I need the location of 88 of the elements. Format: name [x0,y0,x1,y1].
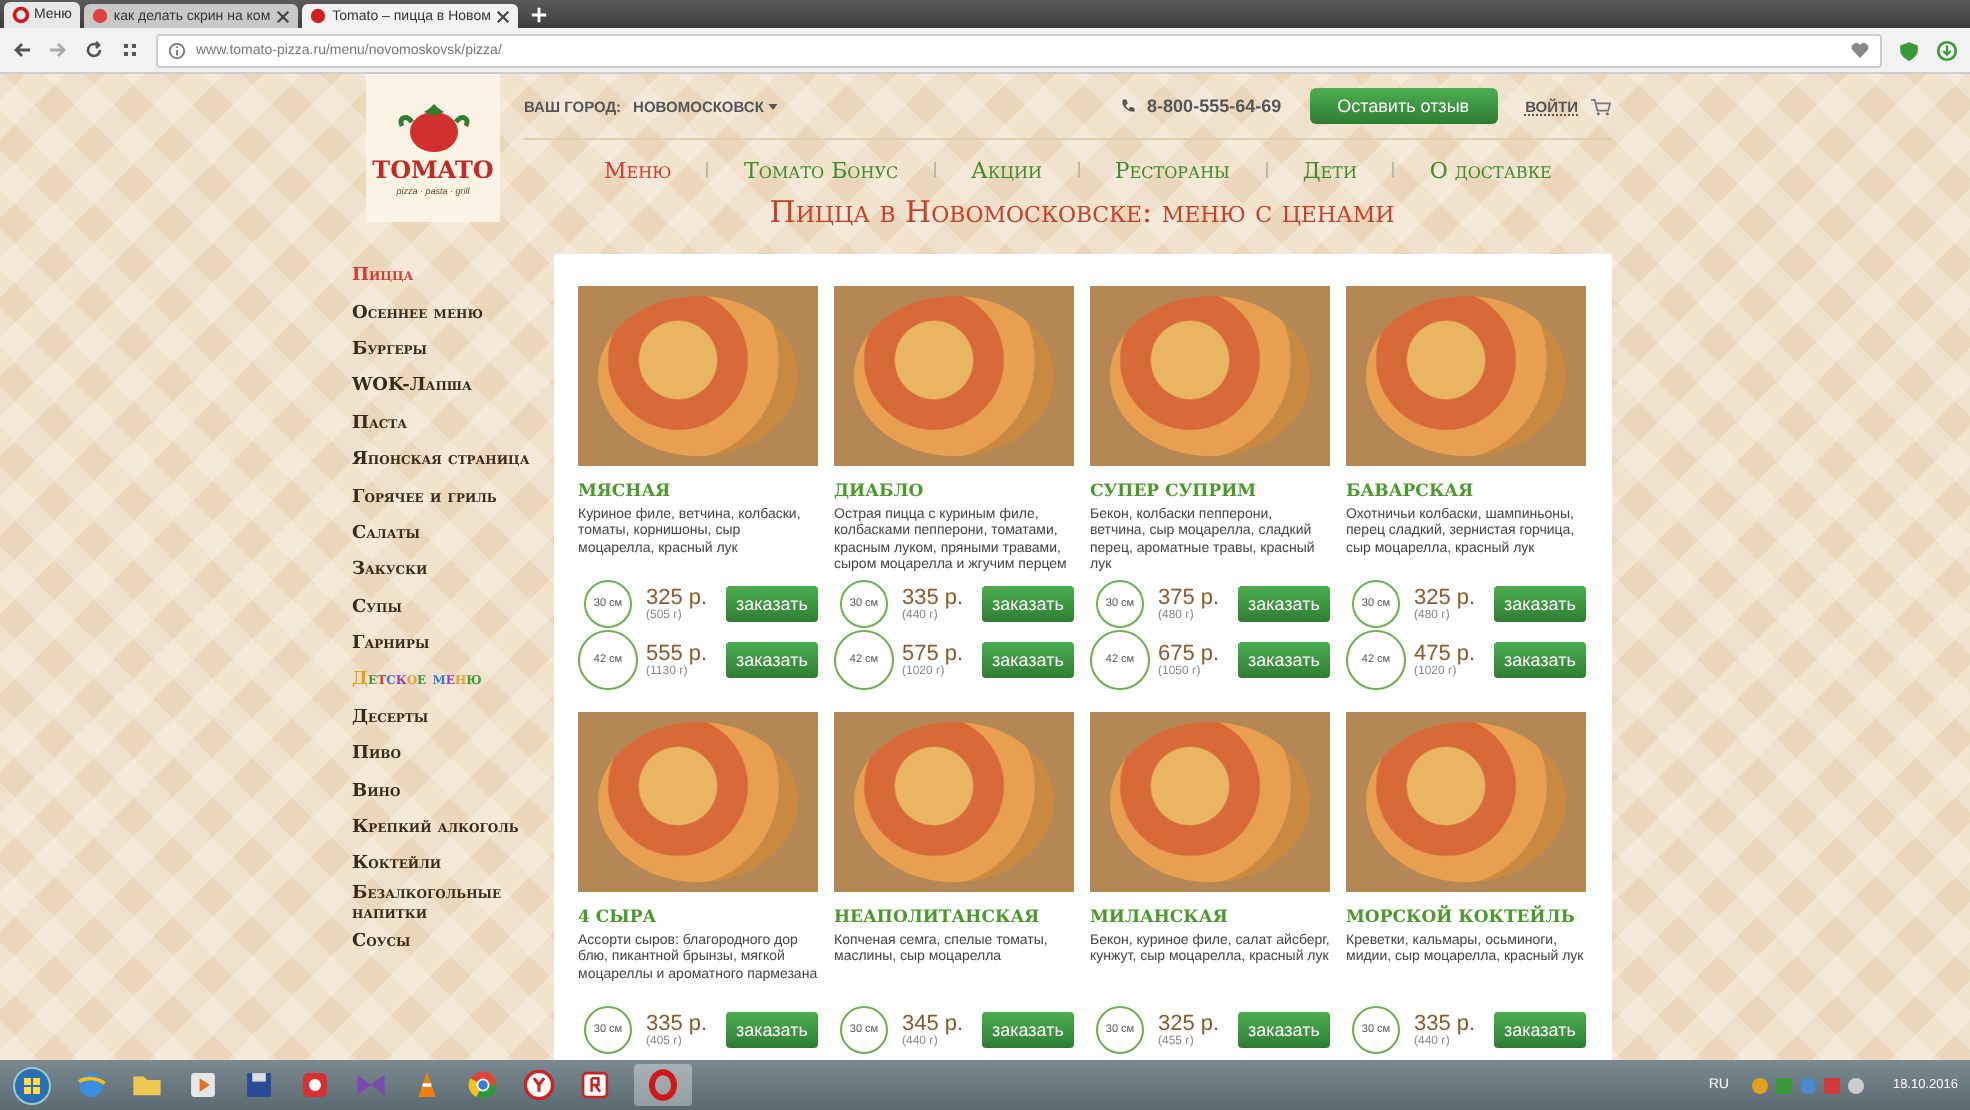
tomato-teapot-icon [393,101,473,153]
pizza-name[interactable]: ДИАБЛО [834,482,1074,502]
nav-link[interactable]: Томато Бонус [744,157,899,183]
ring-icon [12,6,30,24]
price: 345 р. [902,1012,966,1036]
phone-icon [1119,98,1136,114]
sidebar-item[interactable]: Коктейли [352,846,442,884]
sidebar-item[interactable]: WOK-Лапша [352,368,472,406]
taskbar-active-app[interactable] [634,1064,692,1106]
order-button[interactable]: заказать [1238,1012,1330,1048]
nav-link[interactable]: Дети [1302,157,1357,183]
price: 325 р. [1158,1012,1222,1036]
close-icon[interactable] [276,9,291,23]
sidebar-item[interactable]: Детское меню [352,662,482,700]
order-button[interactable]: заказать [1494,1012,1586,1048]
camera-icon[interactable] [298,1068,332,1102]
close-icon[interactable] [496,9,511,23]
order-button[interactable]: заказать [1494,586,1586,622]
info-icon [168,41,186,59]
phone-number: 8-800-555-64-69 [1147,96,1282,116]
sidebar-item[interactable]: Безалкогольные напитки [352,883,554,924]
price: 575 р. [902,642,966,666]
order-button[interactable]: заказать [982,1012,1074,1048]
order-button[interactable]: заказать [1494,642,1586,678]
order-button[interactable]: заказать [1238,642,1330,678]
sidebar-item[interactable]: Осеннее меню [352,294,483,332]
price: 335 р. [646,1012,710,1036]
sidebar-item[interactable]: Десерты [352,699,429,737]
pizza-name[interactable]: МОРСКОЙ КОКТЕЙЛЬ [1346,908,1586,928]
price: 335 р. [1414,1012,1478,1036]
caret-icon [767,103,778,109]
price: 675 р. [1158,642,1222,666]
order-button[interactable]: заказать [982,642,1074,678]
price: 375 р. [1158,586,1222,610]
sidebar-item[interactable]: Японская страница [352,441,530,479]
sidebar-item[interactable]: Бургеры [352,331,428,369]
leave-review-button[interactable]: Оставить отзыв [1309,88,1498,124]
price: 475 р. [1414,642,1478,666]
price: 325 р. [646,586,710,610]
sidebar-item[interactable]: Закуски [352,552,428,590]
page-title: Пицца в Новомосковске: меню с ценами [769,194,1395,234]
shield-icon[interactable] [1898,39,1920,61]
sidebar-item[interactable]: Гарниры [352,625,430,663]
chrome-like-icon[interactable] [466,1068,500,1102]
order-button[interactable]: заказать [726,586,818,622]
pizza-name[interactable]: МИЛАНСКАЯ [1090,908,1330,928]
back-arrow-icon[interactable] [12,40,32,60]
order-button[interactable]: заказать [726,1012,818,1048]
globe-icon[interactable] [74,1068,108,1102]
logo-wordmark: TOMATO [372,155,494,183]
square-app-icon[interactable] [578,1068,612,1102]
new-tab-plus-icon[interactable] [530,6,549,24]
sidebar-item[interactable]: Вино [352,772,401,810]
pizza-name[interactable]: 4 СЫРА [578,908,818,928]
sidebar-item[interactable]: Горячее и гриль [352,478,497,516]
play-icon[interactable] [186,1068,220,1102]
floppy-icon[interactable] [242,1068,276,1102]
price: 325 р. [1414,586,1478,610]
heart-icon[interactable] [1850,40,1870,60]
pizza-name[interactable]: СУПЕР СУПРИМ [1090,482,1330,502]
tab-favicon-icon [310,8,327,24]
nav-link[interactable]: Акции [971,157,1042,183]
start-orb-icon[interactable] [12,1065,52,1105]
nav-link[interactable]: Меню [604,157,672,183]
order-button[interactable]: заказать [1238,586,1330,622]
reload-icon[interactable] [84,40,104,60]
sidebar-item[interactable]: Супы [352,589,402,626]
price: 335 р. [902,586,966,610]
sidebar-item[interactable]: Соусы [352,923,411,961]
pizza-name[interactable]: НЕАПОЛИТАНСКАЯ [834,908,1074,928]
download-icon[interactable] [1936,39,1958,61]
order-button[interactable]: заказать [726,642,818,678]
pizza-name[interactable]: БАВАРСКАЯ [1346,482,1586,502]
sidebar-item[interactable]: Пиво [352,736,401,773]
sidebar-item[interactable]: Салаты [352,515,420,553]
cart-icon[interactable] [1590,97,1612,115]
sidebar-item[interactable]: Крепкий алкоголь [352,809,519,847]
order-button[interactable]: заказать [982,586,1074,622]
pizza-name[interactable]: МЯСНАЯ [578,482,818,502]
price: 555 р. [646,642,710,666]
sidebar-item[interactable]: Паста [352,405,408,442]
nav-link[interactable]: О доставке [1429,157,1552,183]
grid-icon[interactable] [120,40,140,60]
sidebar-item[interactable]: Пицца [352,258,414,295]
tab-favicon-icon [91,8,108,24]
circle-app-icon[interactable] [522,1068,556,1102]
nav-link[interactable]: Рестораны [1114,157,1230,183]
ring-icon [646,1068,680,1102]
